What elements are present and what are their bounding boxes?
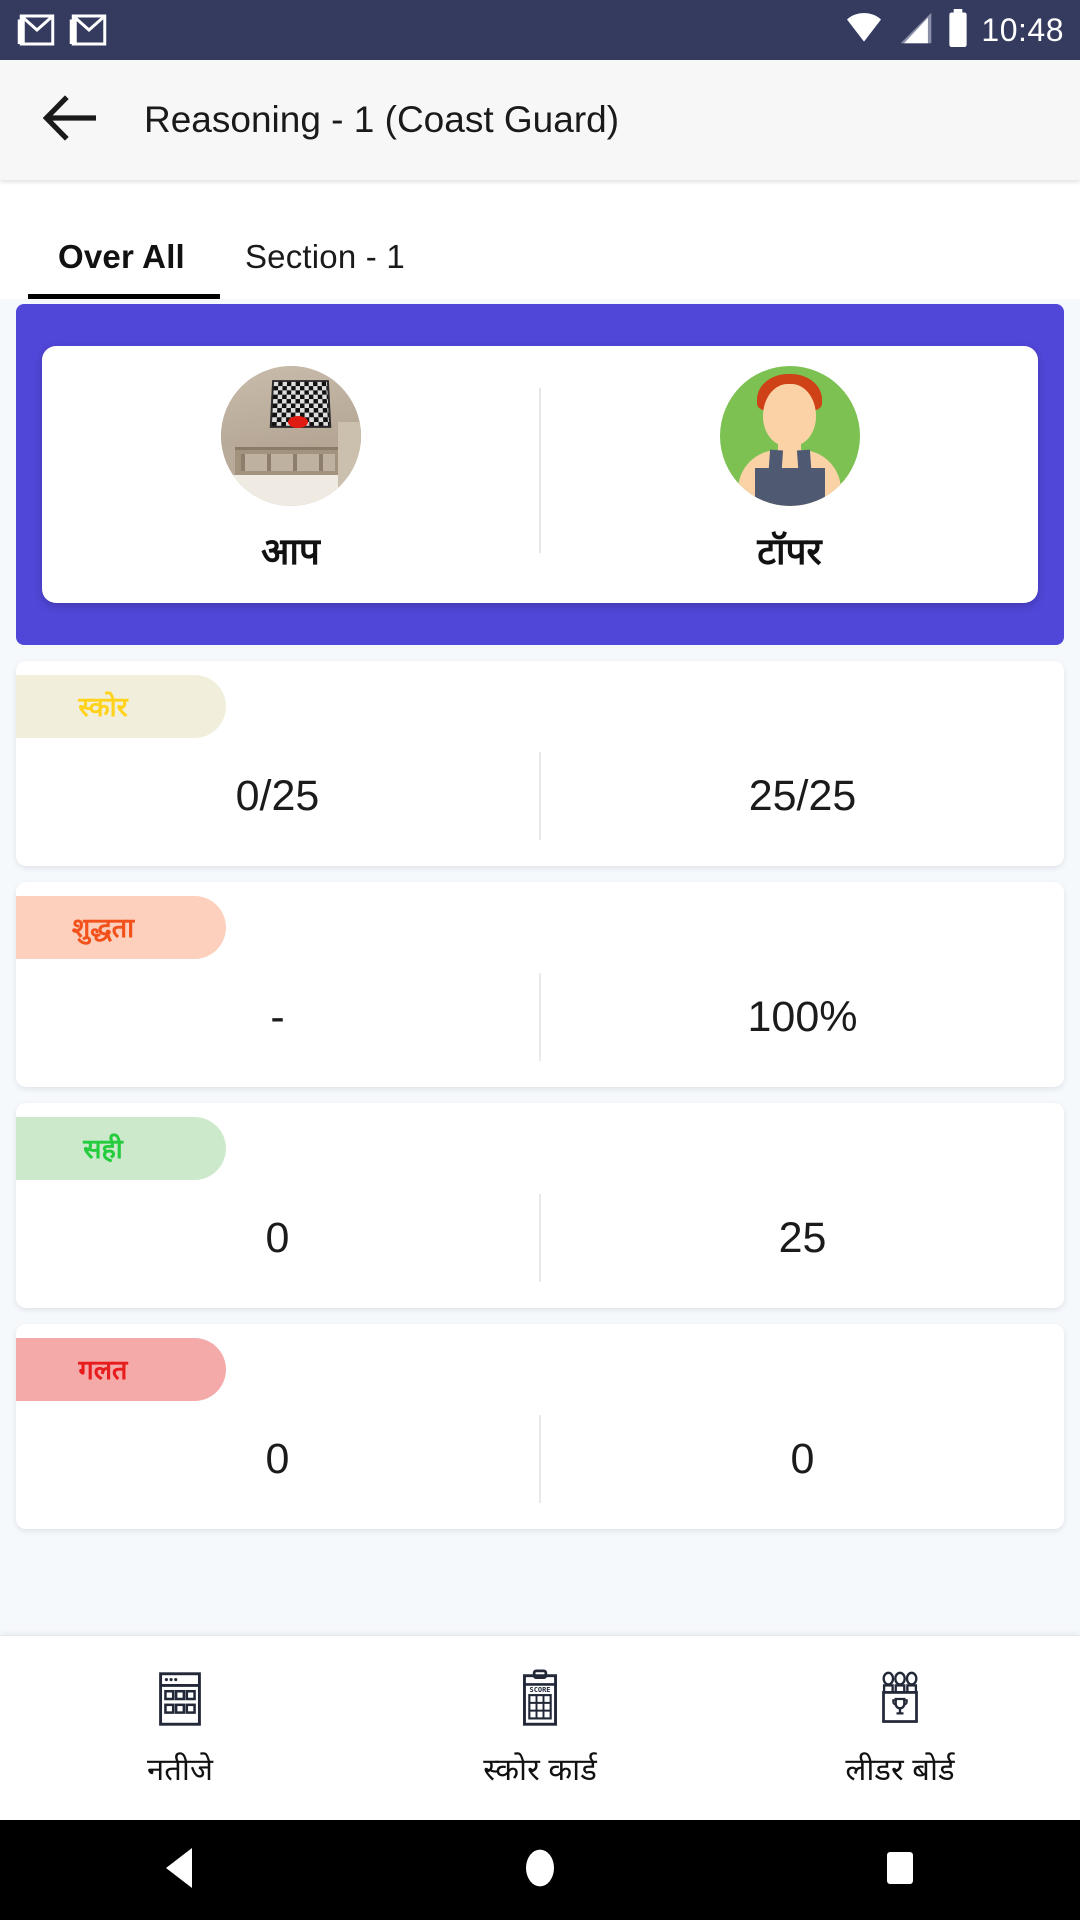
stat-score-you: 0/25 xyxy=(235,771,320,820)
leaderboard-podium-icon xyxy=(867,1666,933,1732)
topper-illustration-avatar[interactable] xyxy=(719,366,860,506)
stat-chip-accuracy: शुद्धता xyxy=(16,896,226,959)
status-bar-notifications xyxy=(16,9,110,51)
svg-text:SCORE: SCORE xyxy=(530,1686,551,1694)
back-arrow-icon xyxy=(42,94,100,146)
stat-wrong-topper: 0 xyxy=(790,1434,815,1483)
app-bar: Reasoning - 1 (Coast Guard) xyxy=(0,60,1080,180)
android-system-nav xyxy=(0,1820,1080,1920)
stat-accuracy-topper: 100% xyxy=(747,992,858,1041)
results-grid-icon xyxy=(147,1666,213,1732)
you-column: आप xyxy=(42,366,539,575)
stat-chip-wrong: गलत xyxy=(16,1338,226,1401)
android-recents-button[interactable] xyxy=(840,1820,960,1920)
tab-active-indicator xyxy=(28,294,220,299)
status-bar-indicators: 10:48 xyxy=(843,8,1064,52)
battery-icon xyxy=(947,8,969,52)
gmail-icon xyxy=(68,9,110,51)
topper-label: टॉपर xyxy=(757,531,822,572)
content-scroll-area[interactable]: आप टॉपर स्कोर 0/25 25/25 शुद्धता - 100% … xyxy=(0,290,1080,1735)
stat-card-accuracy: शुद्धता - 100% xyxy=(16,882,1064,1087)
tab-over-all[interactable]: Over All xyxy=(28,238,215,294)
app-screen: 10:48 Reasoning - 1 (Coast Guard) Over A… xyxy=(0,0,1080,1920)
stat-chip-correct: सही xyxy=(16,1117,226,1180)
status-bar-clock: 10:48 xyxy=(981,11,1064,48)
user-photo-avatar[interactable] xyxy=(220,366,361,506)
tab-section-1[interactable]: Section - 1 xyxy=(215,238,435,294)
tab-bar: Over All Section - 1 xyxy=(0,180,1080,299)
bottom-nav-results[interactable]: नतीजे xyxy=(0,1666,360,1790)
triangle-back-icon xyxy=(160,1846,200,1895)
bottom-nav-leader-board-label: लीडर बोर्ड xyxy=(845,1752,955,1787)
back-button[interactable] xyxy=(38,87,104,153)
bottom-nav-results-label: नतीजे xyxy=(147,1752,213,1787)
android-home-button[interactable] xyxy=(480,1820,600,1920)
score-clipboard-icon: SCORE xyxy=(507,1666,573,1732)
comparison-hero-card: आप टॉपर xyxy=(16,304,1064,645)
you-label: आप xyxy=(261,531,320,572)
stat-card-wrong: गलत 0 0 xyxy=(16,1324,1064,1529)
stat-correct-topper: 25 xyxy=(778,1213,827,1262)
bottom-navigation: नतीजे SCORE स्कोर कार्ड लीडर बोर्ड xyxy=(0,1635,1080,1820)
bottom-nav-score-card[interactable]: SCORE स्कोर कार्ड xyxy=(360,1666,720,1790)
bottom-nav-score-card-label: स्कोर कार्ड xyxy=(483,1752,597,1787)
square-recents-icon xyxy=(881,1846,919,1895)
stat-correct-you: 0 xyxy=(265,1213,290,1262)
stat-chip-score: स्कोर xyxy=(16,675,226,738)
signal-icon xyxy=(897,11,935,50)
topper-column: टॉपर xyxy=(541,366,1038,575)
stat-card-correct: सही 0 25 xyxy=(16,1103,1064,1308)
status-bar: 10:48 xyxy=(0,0,1080,60)
gmail-icon xyxy=(16,9,58,51)
stat-card-score: स्कोर 0/25 25/25 xyxy=(16,661,1064,866)
stat-wrong-you: 0 xyxy=(265,1434,290,1483)
page-title: Reasoning - 1 (Coast Guard) xyxy=(144,99,620,140)
bottom-nav-leader-board[interactable]: लीडर बोर्ड xyxy=(720,1666,1080,1790)
circle-home-icon xyxy=(519,1846,561,1895)
stat-accuracy-you: - xyxy=(270,992,285,1041)
wifi-icon xyxy=(843,11,885,50)
stat-score-topper: 25/25 xyxy=(748,771,857,820)
android-back-button[interactable] xyxy=(120,1820,240,1920)
